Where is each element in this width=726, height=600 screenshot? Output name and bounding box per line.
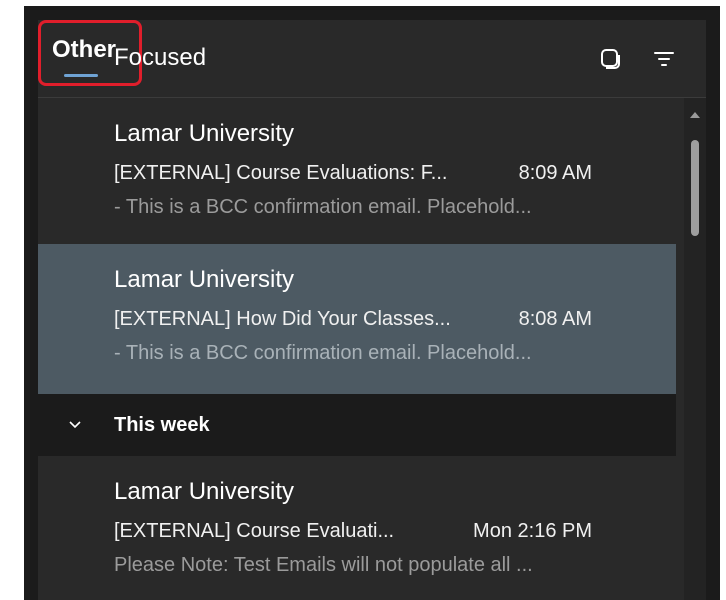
mail-preview: - This is a BCC confirmation email. Plac… xyxy=(114,342,532,364)
section-title: This week xyxy=(114,414,210,436)
mail-item-selected[interactable]: Lamar University [EXTERNAL] How Did Your… xyxy=(38,244,676,394)
filter-icon[interactable] xyxy=(652,47,676,71)
section-header-this-week[interactable]: This week xyxy=(38,394,676,456)
mail-preview: Please Note: Test Emails will not popula… xyxy=(114,554,533,576)
scroll-up-arrow-icon[interactable] xyxy=(690,112,700,118)
mail-sender: Lamar University xyxy=(114,478,295,505)
mail-item[interactable]: Lamar University [EXTERNAL] Course Evalu… xyxy=(38,98,676,244)
mail-time: 8:09 AM xyxy=(518,162,592,184)
tab-active-indicator xyxy=(64,74,98,77)
mail-time: Mon 2:16 PM xyxy=(473,520,592,542)
mail-sender: Lamar University xyxy=(114,120,295,147)
mail-subject: [EXTERNAL] Course Evaluations: F... xyxy=(114,162,448,184)
mail-list-header: Focused Other xyxy=(38,20,706,98)
mail-preview: - This is a BCC confirmation email. Plac… xyxy=(114,196,532,218)
tab-other-label: Other xyxy=(52,36,117,63)
mail-sender: Lamar University xyxy=(114,266,295,293)
scroll-thumb[interactable] xyxy=(691,140,699,236)
mail-subject: [EXTERNAL] Course Evaluati... xyxy=(114,520,395,542)
tab-focused[interactable]: Focused xyxy=(114,44,206,72)
mail-list-window: Focused Other Lamar University [EXTERNAL… xyxy=(24,6,720,600)
copy-icon[interactable] xyxy=(598,47,622,71)
mail-item[interactable]: Lamar University [EXTERNAL] Course Evalu… xyxy=(38,456,676,600)
mail-list-pane: Focused Other Lamar University [EXTERNAL… xyxy=(38,20,706,600)
scrollbar[interactable] xyxy=(684,98,706,600)
mail-time: 8:08 AM xyxy=(518,308,592,330)
chevron-down-icon[interactable] xyxy=(68,418,82,432)
mail-subject: [EXTERNAL] How Did Your Classes... xyxy=(114,308,451,330)
